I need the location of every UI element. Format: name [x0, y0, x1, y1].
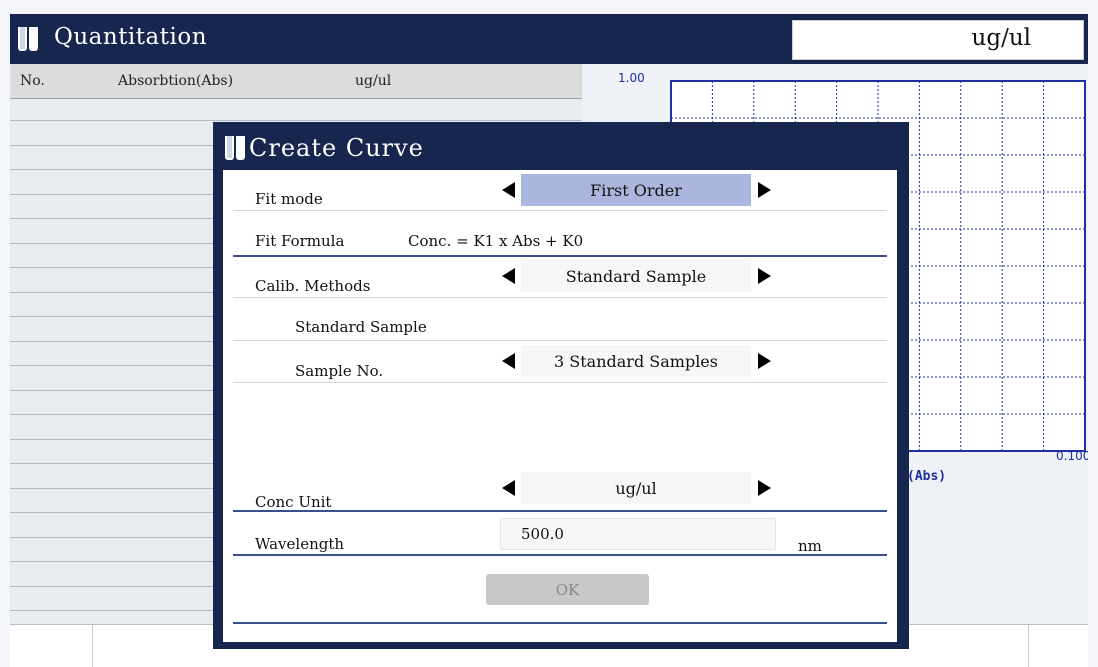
wavelength-label: Wavelength [255, 535, 345, 553]
column-header-abs: Absorbtion(Abs) [118, 73, 234, 89]
divider [233, 210, 887, 211]
arrow-left-icon[interactable] [502, 268, 515, 284]
unit-label: ug/ul [971, 25, 1031, 51]
footer-divider [1028, 625, 1029, 667]
dialog-title: Create Curve [249, 134, 424, 162]
divider [233, 382, 887, 383]
fit-formula-label: Fit Formula [255, 232, 345, 250]
table-header: No. Absorbtion(Abs) ug/ul [10, 64, 582, 99]
divider [233, 510, 887, 512]
arrow-left-icon[interactable] [502, 480, 515, 496]
window-title: Quantitation [54, 24, 208, 50]
screen: Quantitation ug/ul No. Absorbtion(Abs) u… [10, 14, 1088, 667]
fit-formula-value: Conc. = K1 x Abs + K0 [408, 232, 584, 250]
fit-mode-selector[interactable]: First Order [521, 174, 751, 206]
arrow-left-icon[interactable] [502, 182, 515, 198]
fit-mode-label: Fit mode [255, 190, 323, 208]
ok-button[interactable]: OK [486, 574, 649, 605]
x-max-label: 0.100 [1056, 449, 1088, 463]
conc-unit-label: Conc Unit [255, 493, 332, 511]
calib-methods-selector[interactable]: Standard Sample [521, 260, 751, 292]
divider [233, 340, 887, 341]
footer-divider [92, 625, 93, 667]
sample-no-label: Sample No. [295, 362, 384, 380]
unit-display[interactable]: ug/ul [792, 20, 1084, 60]
test-tube-icon [225, 136, 245, 160]
column-header-unit: ug/ul [355, 73, 392, 89]
create-curve-dialog: Create Curve Fit mode First Order Fit Fo… [213, 122, 909, 649]
arrow-right-icon[interactable] [758, 480, 771, 496]
divider [233, 255, 887, 257]
arrow-right-icon[interactable] [758, 268, 771, 284]
table-row [10, 120, 582, 121]
arrow-left-icon[interactable] [502, 353, 515, 369]
y-max-label: 1.00 [618, 71, 645, 85]
calib-methods-label: Calib. Methods [255, 277, 371, 295]
sample-no-selector[interactable]: 3 Standard Samples [521, 345, 751, 377]
divider [233, 297, 887, 298]
arrow-right-icon[interactable] [758, 353, 771, 369]
title-bar: Quantitation ug/ul [10, 14, 1088, 64]
arrow-right-icon[interactable] [758, 182, 771, 198]
divider [233, 622, 887, 624]
wavelength-unit: nm [798, 537, 822, 555]
conc-unit-selector[interactable]: ug/ul [521, 472, 751, 504]
standard-sample-label: Standard Sample [295, 318, 427, 336]
test-tube-icon [18, 27, 38, 51]
wavelength-input[interactable]: 500.0 [500, 518, 776, 550]
x-axis-label: (Abs) [907, 469, 946, 484]
divider [233, 554, 887, 556]
dialog-body: Fit mode First Order Fit Formula Conc. =… [223, 170, 897, 642]
column-header-no: No. [20, 73, 45, 89]
